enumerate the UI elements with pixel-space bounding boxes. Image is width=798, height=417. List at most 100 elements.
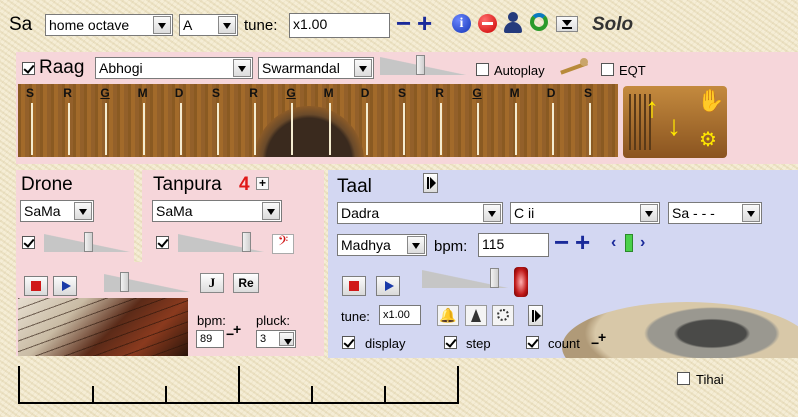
- drone-checkbox[interactable]: [22, 236, 35, 249]
- taal-select[interactable]: Dadra: [337, 202, 503, 224]
- tabla-image: [552, 298, 798, 358]
- j-button[interactable]: J: [200, 273, 224, 293]
- raag-volume-slider[interactable]: [380, 55, 466, 75]
- hand-icon: ✋: [697, 88, 725, 113]
- eqt-checkbox[interactable]: [601, 63, 614, 76]
- drone-stop-button[interactable]: [24, 276, 48, 296]
- tabla-hit-icon[interactable]: [514, 267, 528, 297]
- string-line[interactable]: [142, 103, 145, 155]
- display-checkbox[interactable]: [342, 336, 355, 349]
- drone-tempo-thumb[interactable]: [120, 272, 129, 292]
- tune-input[interactable]: x1.00: [289, 13, 390, 38]
- bell-icon[interactable]: 🔔: [437, 305, 459, 326]
- string-note-label: R: [249, 86, 258, 100]
- tune-increase-button[interactable]: +: [417, 10, 432, 36]
- string-line[interactable]: [179, 103, 182, 155]
- taal-play-button[interactable]: [376, 276, 400, 296]
- string-note-label: M: [323, 86, 334, 100]
- string-line[interactable]: [217, 103, 219, 155]
- mallet-icon[interactable]: [560, 58, 590, 75]
- string-line[interactable]: [365, 103, 368, 155]
- taal-bpm-input[interactable]: 115: [478, 233, 549, 257]
- bass-clef-icon[interactable]: 𝄢: [272, 234, 294, 254]
- string-line[interactable]: [105, 103, 108, 155]
- tune-decrease-button[interactable]: −: [396, 10, 411, 36]
- octave-select[interactable]: home octave: [45, 14, 173, 36]
- taal-select-value: Dadra: [341, 205, 380, 221]
- taal-tune-input[interactable]: x1.00: [379, 305, 421, 325]
- string-line[interactable]: [68, 103, 71, 155]
- string-line[interactable]: [514, 103, 517, 155]
- block-icon[interactable]: [478, 14, 497, 33]
- drone-bpm-input[interactable]: 89: [196, 330, 224, 348]
- bol-select[interactable]: Sa - - -: [668, 202, 762, 224]
- instrument-select-value: Swarmandal: [262, 60, 340, 76]
- taal-pitch-select[interactable]: C ii: [510, 202, 660, 224]
- taal-bpm-increase-button[interactable]: +: [575, 229, 590, 255]
- drone-play-button[interactable]: [53, 276, 77, 296]
- sa-label: Sa: [9, 14, 33, 35]
- cycle-icon[interactable]: [492, 305, 514, 326]
- beat-next-icon[interactable]: ›: [640, 234, 645, 252]
- raag-select[interactable]: Abhogi: [95, 57, 253, 79]
- chevron-down-icon: [562, 20, 572, 26]
- drone-bpm-increase-button[interactable]: +: [233, 322, 241, 336]
- chevron-down-icon: [742, 204, 760, 222]
- tanpura-volume-thumb[interactable]: [242, 232, 251, 252]
- string-line[interactable]: [551, 103, 554, 155]
- chevron-down-icon: [407, 236, 425, 254]
- drone-tempo-slider[interactable]: [104, 272, 190, 292]
- tihai-checkbox[interactable]: [677, 372, 690, 385]
- drone-volume-slider[interactable]: [44, 232, 130, 252]
- tanpura-select[interactable]: SaMa: [152, 200, 282, 222]
- pluck-select[interactable]: 3: [256, 330, 296, 348]
- string-note-label: S: [212, 86, 221, 100]
- string-line[interactable]: [403, 103, 405, 155]
- sound-hole: [254, 106, 364, 157]
- taal-step-next-button[interactable]: [528, 305, 543, 326]
- taal-volume-slider[interactable]: [422, 268, 508, 288]
- string-line[interactable]: [477, 103, 480, 155]
- refresh-icon[interactable]: [530, 13, 548, 31]
- taal-stop-button[interactable]: [342, 276, 366, 296]
- user-icon[interactable]: [503, 12, 523, 34]
- autoplay-checkbox[interactable]: [476, 63, 489, 76]
- swarmandal-icon[interactable]: ↑ ↓ ✋ ⚙: [623, 86, 727, 158]
- taal-volume-thumb[interactable]: [490, 268, 499, 288]
- key-select[interactable]: A: [179, 14, 238, 36]
- play-next-icon: [535, 310, 541, 322]
- count-increase-button[interactable]: +: [598, 330, 606, 344]
- taal-title: Taal: [337, 176, 372, 197]
- tune-input-value: x1.00: [293, 16, 328, 32]
- raag-volume-thumb[interactable]: [416, 55, 425, 75]
- info-icon[interactable]: i: [452, 14, 471, 33]
- string-note-label: G: [286, 86, 296, 100]
- string-line[interactable]: [589, 103, 591, 155]
- instrument-select[interactable]: Swarmandal: [258, 57, 374, 79]
- metronome-icon[interactable]: [465, 305, 487, 326]
- re-button[interactable]: Re: [233, 273, 259, 293]
- tanpura-add-button[interactable]: +: [256, 177, 269, 190]
- taal-tune-value: x1.00: [383, 309, 410, 321]
- taal-bpm-decrease-button[interactable]: −: [554, 229, 569, 255]
- taal-next-button[interactable]: [423, 173, 438, 193]
- string-board[interactable]: SRGMDSRGMDSRGMDS: [18, 84, 618, 157]
- beat-prev-icon[interactable]: ‹: [611, 234, 616, 252]
- string-line[interactable]: [328, 103, 331, 155]
- string-line[interactable]: [440, 103, 443, 155]
- drone-select[interactable]: SaMa: [20, 200, 94, 222]
- count-checkbox[interactable]: [526, 336, 539, 349]
- tanpura-volume-slider[interactable]: [178, 232, 264, 252]
- tanpura-checkbox[interactable]: [156, 236, 169, 249]
- play-next-icon: [430, 177, 436, 189]
- drone-volume-thumb[interactable]: [84, 232, 93, 252]
- string-line[interactable]: [31, 103, 33, 155]
- step-checkbox[interactable]: [444, 336, 457, 349]
- menu-dropdown-icon[interactable]: [556, 16, 578, 32]
- raag-checkbox[interactable]: [22, 62, 35, 75]
- string-line[interactable]: [291, 103, 294, 155]
- tempo-select[interactable]: Madhya: [337, 234, 427, 256]
- autoplay-label: Autoplay: [494, 63, 545, 78]
- string-line[interactable]: [254, 103, 257, 155]
- solo-label[interactable]: Solo: [592, 14, 633, 36]
